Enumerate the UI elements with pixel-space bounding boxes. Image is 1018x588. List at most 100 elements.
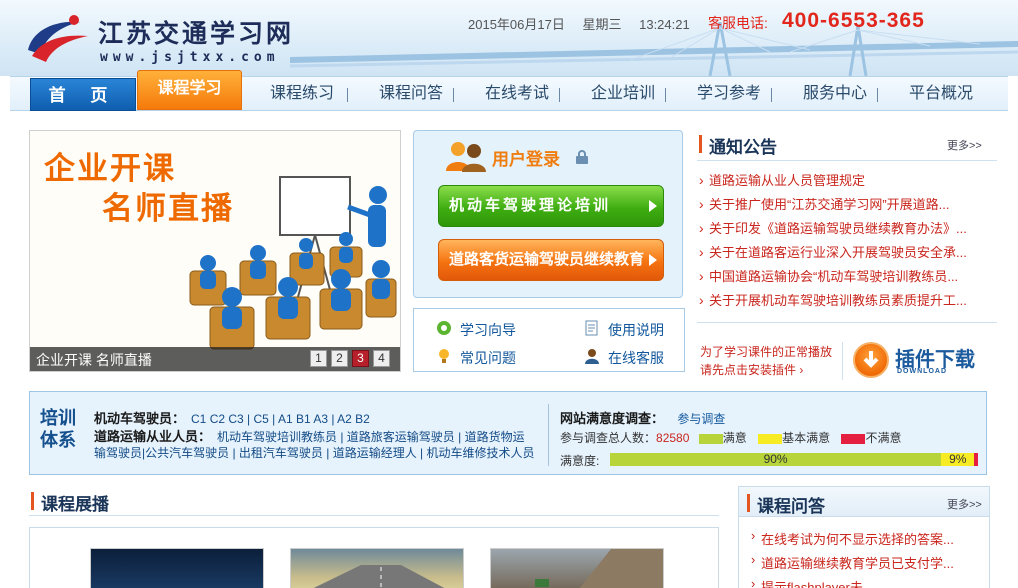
course-thumbnail-1[interactable] bbox=[90, 548, 264, 588]
survey-title: 网站满意度调查： bbox=[560, 411, 665, 426]
notice-item[interactable]: 关于推广使用“江苏交通学习网”开展道路... bbox=[697, 198, 993, 222]
arrow-right-icon bbox=[649, 200, 657, 212]
road-worker-title: 道路运输从业人员： bbox=[94, 429, 212, 444]
qa-item[interactable]: 在线考试为何不显示选择的答案... bbox=[749, 529, 985, 553]
section-divider bbox=[697, 322, 997, 323]
nav-course-qa[interactable]: 课程问答 bbox=[358, 77, 464, 110]
nav-divider bbox=[347, 88, 348, 102]
vehicle-driver-list[interactable]: C1 C2 C3 | C5 | A1 B1 A3 | A2 B2 bbox=[191, 412, 370, 426]
qa-item[interactable]: 提示flashplayer未 bbox=[749, 577, 985, 588]
road-worker-row-2: 输驾驶员|公共汽车驾驶员 | 出租汽车驾驶员 | 道路运输经理人 | 机动车维修… bbox=[94, 444, 534, 461]
banner-page-3[interactable]: 3 bbox=[352, 350, 369, 367]
legend-unsatisfied-swatch bbox=[841, 433, 866, 444]
qa-more-link[interactable]: 更多>> bbox=[947, 496, 982, 512]
qa-item[interactable]: 道路运输继续教育学员已支付学... bbox=[749, 553, 985, 577]
road-driver-education-label: 道路客货运输驾驶员继续教育 bbox=[449, 251, 645, 268]
vehicle-driver-row: 机动车驾驶员： C1 C2 C3 | C5 | A1 B1 A3 | A2 B2 bbox=[94, 408, 370, 427]
site-header: 江苏交通学习网 www.jsjtxx.com 2015年06月17日 星期三 1… bbox=[0, 0, 1018, 76]
vehicle-theory-training-button[interactable]: 机动车驾驶理论培训 bbox=[438, 185, 664, 227]
phone-label: 客服电话: bbox=[708, 15, 768, 31]
classroom-illustration bbox=[189, 176, 397, 350]
nav-divider bbox=[453, 88, 454, 102]
online-support-label: 在线客服 bbox=[608, 350, 664, 366]
nav-platform-overview[interactable]: 平台概况 bbox=[888, 77, 994, 110]
user-manual-link[interactable]: 使用说明 bbox=[585, 320, 664, 340]
site-url: www.jsjtxx.com bbox=[100, 50, 280, 65]
course-thumbnail-2[interactable] bbox=[290, 548, 464, 588]
online-support-link[interactable]: 在线客服 bbox=[585, 348, 664, 368]
site-logo[interactable]: 江苏交通学习网 www.jsjtxx.com bbox=[22, 10, 312, 66]
plugin-hint-line2[interactable]: 请先点击安装插件 › bbox=[700, 361, 832, 379]
quick-links-panel: 学习向导 使用说明 常见问题 在线客服 bbox=[413, 308, 685, 372]
nav-online-exam[interactable]: 在线考试 bbox=[464, 77, 570, 110]
document-icon bbox=[585, 320, 598, 336]
showcase-divider bbox=[29, 515, 719, 516]
mountain-road-illustration bbox=[535, 549, 663, 588]
legend-basic: 基本满意 bbox=[782, 431, 831, 445]
nav-divider bbox=[559, 88, 560, 102]
notice-divider bbox=[697, 160, 997, 161]
notice-item[interactable]: 中国道路运输协会“机动车驾驶培训教练员... bbox=[697, 270, 993, 294]
nav-divider bbox=[771, 88, 772, 102]
survey-join-link[interactable]: 参与调查 bbox=[677, 412, 725, 426]
road-worker-list-2[interactable]: 输驾驶员|公共汽车驾驶员 | 出租汽车驾驶员 | 道路运输经理人 | 机动车维修… bbox=[94, 446, 534, 460]
users-icon bbox=[446, 142, 486, 172]
notice-more-link[interactable]: 更多>> bbox=[947, 137, 982, 153]
satisfaction-bar: 90% 9% bbox=[610, 453, 978, 466]
lock-icon bbox=[576, 150, 588, 164]
road-scene-illustration bbox=[313, 565, 445, 588]
banner-pager: 1 2 3 4 bbox=[310, 350, 390, 367]
banner-page-2[interactable]: 2 bbox=[331, 350, 348, 367]
header-weekday: 星期三 bbox=[582, 17, 622, 32]
nav-home[interactable]: 首 页 bbox=[30, 78, 136, 111]
qa-list: 在线考试为何不显示选择的答案... 道路运输继续教育学员已支付学... 提示fl… bbox=[749, 529, 985, 588]
satisfied-segment: 90% bbox=[610, 453, 942, 466]
nav-service-center[interactable]: 服务中心 bbox=[782, 77, 888, 110]
nav-course-study[interactable]: 课程学习 bbox=[137, 70, 242, 110]
banner-slideshow[interactable]: 企业开课 名师直播 企业开课 名师直播 1 2 3 4 bbox=[29, 130, 401, 372]
notice-item[interactable]: 关于印发《道路运输驾驶员继续教育办法》... bbox=[697, 222, 993, 246]
plugin-download-sub: DOWNLOAD bbox=[897, 368, 947, 375]
vehicle-driver-title: 机动车驾驶员： bbox=[94, 411, 186, 426]
header-date: 2015年06月17日 bbox=[468, 17, 565, 32]
nav-course-practice[interactable]: 课程练习 bbox=[246, 77, 358, 110]
road-worker-row: 道路运输从业人员： 机动车驾驶培训教练员 | 道路旅客运输驾驶员 | 道路货物运 bbox=[94, 426, 525, 445]
nav-learning-reference[interactable]: 学习参考 bbox=[676, 77, 782, 110]
plugin-download-button[interactable]: 插件下载 DOWNLOAD bbox=[843, 340, 993, 382]
nav-divider bbox=[665, 88, 666, 102]
unsatisfied-segment bbox=[974, 453, 978, 466]
login-panel: 用户登录 机动车驾驶理论培训 道路客货运输驾驶员继续教育 bbox=[413, 130, 683, 298]
course-thumbnail-3[interactable] bbox=[490, 548, 664, 588]
faq-link[interactable]: 常见问题 bbox=[439, 348, 516, 368]
learning-guide-label: 学习向导 bbox=[460, 322, 516, 338]
survey-total-label: 参与调查总人数： bbox=[560, 431, 657, 445]
banner-page-4[interactable]: 4 bbox=[373, 350, 390, 367]
notice-item[interactable]: 关于开展机动车驾驶培训教练员素质提升工... bbox=[697, 294, 993, 318]
banner-caption-bar: 企业开课 名师直播 1 2 3 4 bbox=[30, 347, 400, 371]
course-showcase bbox=[29, 527, 719, 588]
login-title: 用户登录 bbox=[492, 150, 560, 169]
road-worker-list-1[interactable]: 机动车驾驶培训教练员 | 道路旅客运输驾驶员 | 道路货物运 bbox=[217, 430, 525, 444]
support-agent-icon bbox=[585, 349, 599, 364]
notice-item[interactable]: 道路运输从业人员管理规定 bbox=[697, 174, 993, 198]
road-driver-education-button[interactable]: 道路客货运输驾驶员继续教育 bbox=[438, 239, 664, 281]
notice-title: 通知公告 bbox=[699, 133, 777, 158]
plugin-hint-line1: 为了学习课件的正常播放 bbox=[700, 345, 833, 359]
learning-guide-link[interactable]: 学习向导 bbox=[437, 320, 516, 340]
notice-item[interactable]: 关于在道路客运行业深入开展驾驶员安全承... bbox=[697, 246, 993, 270]
training-system-panel: 培训体系 机动车驾驶员： C1 C2 C3 | C5 | A1 B1 A3 | A… bbox=[29, 391, 987, 475]
training-system-label: 培训体系 bbox=[40, 408, 76, 450]
download-icon bbox=[853, 342, 889, 378]
basic-segment: 9% bbox=[941, 453, 975, 466]
survey-total: 82580 bbox=[656, 431, 690, 445]
lightbulb-icon bbox=[439, 349, 449, 363]
nav-enterprise-training[interactable]: 企业培训 bbox=[570, 77, 676, 110]
satisfaction-label: 满意度: bbox=[560, 454, 600, 468]
notice-list: 道路运输从业人员管理规定 关于推广使用“江苏交通学习网”开展道路... 关于印发… bbox=[697, 174, 993, 318]
banner-page-1[interactable]: 1 bbox=[310, 350, 327, 367]
showcase-title: 课程展播 bbox=[31, 490, 109, 515]
arrow-right-icon bbox=[649, 254, 657, 266]
survey-heading: 网站满意度调查： 参与调查 bbox=[560, 408, 725, 427]
plugin-hint: 为了学习课件的正常播放 请先点击安装插件 › bbox=[700, 343, 832, 379]
main-nav: 首 页 课程学习 课程练习 课程问答 在线考试 企业培训 学习参考 服务中心 平… bbox=[10, 70, 1008, 111]
